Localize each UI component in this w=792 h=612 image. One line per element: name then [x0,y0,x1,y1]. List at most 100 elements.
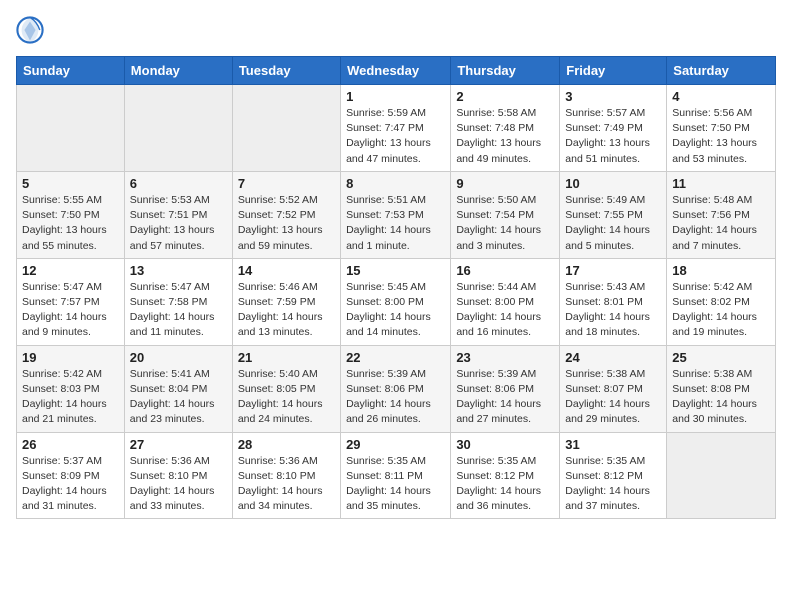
day-number: 19 [22,350,119,365]
day-number: 26 [22,437,119,452]
day-number: 5 [22,176,119,191]
day-info: Sunrise: 5:45 AM Sunset: 8:00 PM Dayligh… [346,280,445,341]
calendar-cell: 18 Sunrise: 5:42 AM Sunset: 8:02 PM Dayli… [667,258,776,345]
day-info: Sunrise: 5:51 AM Sunset: 7:53 PM Dayligh… [346,193,445,254]
day-info: Sunrise: 5:53 AM Sunset: 7:51 PM Dayligh… [130,193,227,254]
day-number: 3 [565,89,661,104]
week-row-5: 26 Sunrise: 5:37 AM Sunset: 8:09 PM Dayli… [17,432,776,519]
day-info: Sunrise: 5:48 AM Sunset: 7:56 PM Dayligh… [672,193,770,254]
day-number: 11 [672,176,770,191]
day-info: Sunrise: 5:42 AM Sunset: 8:02 PM Dayligh… [672,280,770,341]
calendar-table: SundayMondayTuesdayWednesdayThursdayFrid… [16,56,776,519]
day-info: Sunrise: 5:47 AM Sunset: 7:58 PM Dayligh… [130,280,227,341]
day-info: Sunrise: 5:39 AM Sunset: 8:06 PM Dayligh… [456,367,554,428]
day-number: 22 [346,350,445,365]
day-info: Sunrise: 5:47 AM Sunset: 7:57 PM Dayligh… [22,280,119,341]
calendar-cell: 28Sunrise: 5:36 AM Sunset: 8:10 PM Dayli… [232,432,340,519]
calendar-cell: 9 Sunrise: 5:50 AM Sunset: 7:54 PM Daylig… [451,171,560,258]
calendar-cell: 15Sunrise: 5:45 AM Sunset: 8:00 PM Dayli… [341,258,451,345]
day-number: 7 [238,176,335,191]
calendar-cell: 12 Sunrise: 5:47 AM Sunset: 7:57 PM Dayli… [17,258,125,345]
day-number: 30 [456,437,554,452]
day-number: 12 [22,263,119,278]
day-info: Sunrise: 5:46 AM Sunset: 7:59 PM Dayligh… [238,280,335,341]
calendar-cell: 3 Sunrise: 5:57 AM Sunset: 7:49 PM Daylig… [560,85,667,172]
day-number: 4 [672,89,770,104]
day-number: 8 [346,176,445,191]
calendar-cell: 5Sunrise: 5:55 AM Sunset: 7:50 PM Daylig… [17,171,125,258]
calendar-cell: 26 Sunrise: 5:37 AM Sunset: 8:09 PM Dayli… [17,432,125,519]
calendar-cell [667,432,776,519]
calendar-cell: 19 Sunrise: 5:42 AM Sunset: 8:03 PM Dayli… [17,345,125,432]
calendar-cell: 7 Sunrise: 5:52 AM Sunset: 7:52 PM Daylig… [232,171,340,258]
day-number: 14 [238,263,335,278]
day-number: 20 [130,350,227,365]
calendar-cell: 11 Sunrise: 5:48 AM Sunset: 7:56 PM Dayli… [667,171,776,258]
day-number: 18 [672,263,770,278]
day-info: Sunrise: 5:43 AM Sunset: 8:01 PM Dayligh… [565,280,661,341]
calendar-cell: 17 Sunrise: 5:43 AM Sunset: 8:01 PM Dayli… [560,258,667,345]
day-info: Sunrise: 5:56 AM Sunset: 7:50 PM Dayligh… [672,106,770,167]
day-number: 17 [565,263,661,278]
day-info: Sunrise: 5:52 AM Sunset: 7:52 PM Dayligh… [238,193,335,254]
calendar-cell: 22Sunrise: 5:39 AM Sunset: 8:06 PM Dayli… [341,345,451,432]
day-number: 2 [456,89,554,104]
day-info: Sunrise: 5:57 AM Sunset: 7:49 PM Dayligh… [565,106,661,167]
calendar-cell: 14 Sunrise: 5:46 AM Sunset: 7:59 PM Dayli… [232,258,340,345]
calendar-cell: 25 Sunrise: 5:38 AM Sunset: 8:08 PM Dayli… [667,345,776,432]
day-header-wednesday: Wednesday [341,57,451,85]
day-info: Sunrise: 5:38 AM Sunset: 8:07 PM Dayligh… [565,367,661,428]
week-row-1: 1 Sunrise: 5:59 AM Sunset: 7:47 PM Daylig… [17,85,776,172]
day-number: 24 [565,350,661,365]
day-info: Sunrise: 5:36 AM Sunset: 8:10 PM Dayligh… [130,454,227,515]
day-info: Sunrise: 5:44 AM Sunset: 8:00 PM Dayligh… [456,280,554,341]
day-info: Sunrise: 5:35 AM Sunset: 8:11 PM Dayligh… [346,454,445,515]
calendar-cell [17,85,125,172]
calendar-cell: 29 Sunrise: 5:35 AM Sunset: 8:11 PM Dayli… [341,432,451,519]
day-header-sunday: Sunday [17,57,125,85]
calendar-cell: 24 Sunrise: 5:38 AM Sunset: 8:07 PM Dayli… [560,345,667,432]
page-header [16,16,776,44]
header-row: SundayMondayTuesdayWednesdayThursdayFrid… [17,57,776,85]
week-row-4: 19 Sunrise: 5:42 AM Sunset: 8:03 PM Dayli… [17,345,776,432]
day-info: Sunrise: 5:58 AM Sunset: 7:48 PM Dayligh… [456,106,554,167]
day-header-saturday: Saturday [667,57,776,85]
day-info: Sunrise: 5:50 AM Sunset: 7:54 PM Dayligh… [456,193,554,254]
calendar-cell: 27 Sunrise: 5:36 AM Sunset: 8:10 PM Dayli… [124,432,232,519]
day-header-thursday: Thursday [451,57,560,85]
day-info: Sunrise: 5:49 AM Sunset: 7:55 PM Dayligh… [565,193,661,254]
week-row-2: 5Sunrise: 5:55 AM Sunset: 7:50 PM Daylig… [17,171,776,258]
calendar-cell [124,85,232,172]
day-number: 16 [456,263,554,278]
day-header-monday: Monday [124,57,232,85]
calendar-cell: 4 Sunrise: 5:56 AM Sunset: 7:50 PM Daylig… [667,85,776,172]
day-info: Sunrise: 5:38 AM Sunset: 8:08 PM Dayligh… [672,367,770,428]
day-header-tuesday: Tuesday [232,57,340,85]
week-row-3: 12 Sunrise: 5:47 AM Sunset: 7:57 PM Dayli… [17,258,776,345]
day-info: Sunrise: 5:42 AM Sunset: 8:03 PM Dayligh… [22,367,119,428]
day-number: 9 [456,176,554,191]
logo [16,16,48,44]
calendar-cell: 10 Sunrise: 5:49 AM Sunset: 7:55 PM Dayli… [560,171,667,258]
calendar-cell: 8 Sunrise: 5:51 AM Sunset: 7:53 PM Daylig… [341,171,451,258]
calendar-cell: 20Sunrise: 5:41 AM Sunset: 8:04 PM Dayli… [124,345,232,432]
logo-icon [16,16,44,44]
day-number: 6 [130,176,227,191]
calendar-cell: 13 Sunrise: 5:47 AM Sunset: 7:58 PM Dayli… [124,258,232,345]
day-number: 13 [130,263,227,278]
day-info: Sunrise: 5:37 AM Sunset: 8:09 PM Dayligh… [22,454,119,515]
day-number: 29 [346,437,445,452]
day-number: 21 [238,350,335,365]
day-number: 27 [130,437,227,452]
day-number: 28 [238,437,335,452]
calendar-cell: 2 Sunrise: 5:58 AM Sunset: 7:48 PM Daylig… [451,85,560,172]
day-number: 10 [565,176,661,191]
day-number: 1 [346,89,445,104]
day-number: 23 [456,350,554,365]
calendar-cell: 6 Sunrise: 5:53 AM Sunset: 7:51 PM Daylig… [124,171,232,258]
day-info: Sunrise: 5:59 AM Sunset: 7:47 PM Dayligh… [346,106,445,167]
day-info: Sunrise: 5:35 AM Sunset: 8:12 PM Dayligh… [565,454,661,515]
calendar-cell: 1 Sunrise: 5:59 AM Sunset: 7:47 PM Daylig… [341,85,451,172]
calendar-cell: 23 Sunrise: 5:39 AM Sunset: 8:06 PM Dayli… [451,345,560,432]
day-number: 25 [672,350,770,365]
